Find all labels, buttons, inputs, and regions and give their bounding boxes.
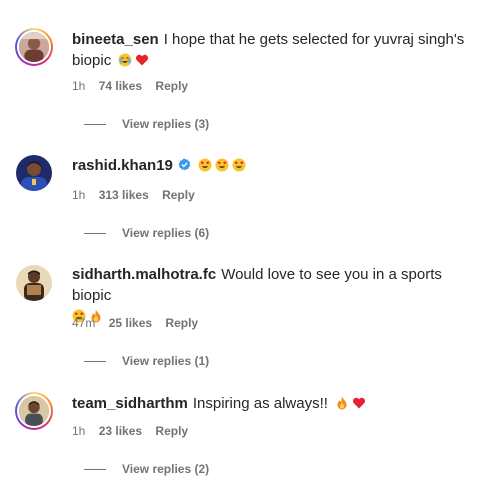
view-replies-label: View replies (6) (122, 226, 210, 240)
divider-line (84, 232, 106, 234)
heart-eyes-emoji-icon (198, 158, 212, 172)
likes-count[interactable]: 23 likes (99, 424, 142, 438)
comment-username[interactable]: bineeta_sen (72, 31, 159, 48)
comment-text-block: bineeta_sen I hope that he gets selected … (72, 29, 484, 71)
view-replies-label: View replies (2) (122, 462, 210, 476)
avatar[interactable] (15, 28, 53, 66)
comment-time: 1h (72, 79, 86, 93)
view-replies-label: View replies (1) (122, 354, 210, 368)
comment-text: Inspiring as always!! (192, 395, 328, 412)
reply-button[interactable]: Reply (162, 188, 195, 202)
fire-emoji-icon (335, 396, 349, 410)
view-replies-button[interactable]: View replies (3) (84, 117, 209, 131)
tears-of-joy-emoji-icon (118, 53, 132, 67)
view-replies-button[interactable]: View replies (2) (84, 462, 209, 476)
view-replies-button[interactable]: View replies (6) (84, 226, 209, 240)
reply-button[interactable]: Reply (165, 316, 198, 330)
comment-meta: 1h 23 likes Reply (72, 424, 198, 438)
divider-line (84, 123, 106, 125)
likes-count[interactable]: 313 likes (99, 188, 149, 202)
profile-photo-icon (19, 32, 49, 62)
comment-time: 1h (72, 188, 86, 202)
comment-text-block: team_sidharthm Inspiring as always!! (72, 393, 484, 414)
reply-button[interactable]: Reply (155, 424, 188, 438)
comment-time: 1h (72, 424, 86, 438)
avatar[interactable] (16, 155, 52, 191)
comment-meta: 47m 25 likes Reply (72, 316, 208, 330)
heart-eyes-emoji-icon (232, 158, 246, 172)
view-replies-button[interactable]: View replies (1) (84, 354, 209, 368)
comment-username[interactable]: rashid.khan19 (72, 157, 173, 174)
likes-count[interactable]: 74 likes (99, 79, 142, 93)
red-heart-emoji-icon (135, 53, 149, 67)
heart-eyes-emoji-icon (215, 158, 229, 172)
comment-meta: 1h 313 likes Reply (72, 188, 205, 202)
divider-line (84, 360, 106, 362)
likes-count[interactable]: 25 likes (109, 316, 152, 330)
comment-text-block: rashid.khan19 (72, 155, 484, 176)
profile-photo-icon (19, 396, 49, 426)
view-replies-label: View replies (3) (122, 117, 210, 131)
avatar[interactable] (15, 392, 53, 430)
comment-meta: 1h 74 likes Reply (72, 79, 198, 93)
divider-line (84, 468, 106, 470)
reply-button[interactable]: Reply (155, 79, 188, 93)
verified-badge-icon (178, 158, 191, 171)
comment-time: 47m (72, 316, 96, 330)
avatar[interactable] (16, 265, 52, 301)
profile-photo-icon (16, 155, 52, 191)
comment-username[interactable]: sidharth.malhotra.fc (72, 266, 216, 283)
red-heart-emoji-icon (352, 396, 366, 410)
comment-username[interactable]: team_sidharthm (72, 395, 188, 412)
profile-photo-icon (16, 265, 52, 301)
